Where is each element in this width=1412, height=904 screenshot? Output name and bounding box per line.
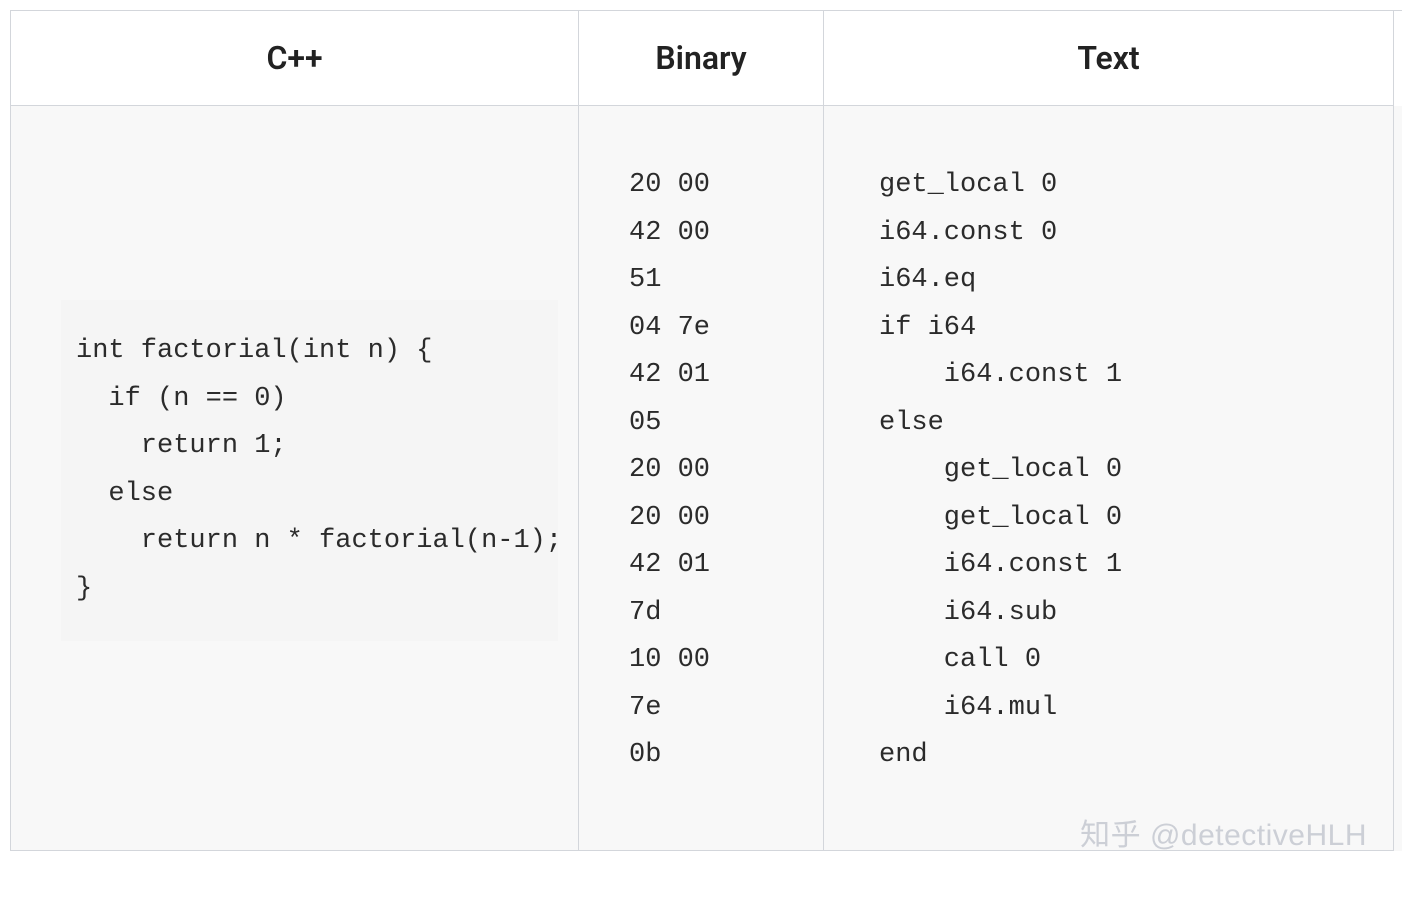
table-body-row: int factorial(int n) { if (n == 0) retur…: [11, 106, 1402, 851]
table-header-row: C++ Binary Text: [11, 11, 1402, 106]
binary-code: 20 00 42 00 51 04 7e 42 01 05 20 00 20 0…: [599, 162, 803, 780]
text-code: get_local 0 i64.const 0 i64.eq if i64 i6…: [844, 162, 1373, 780]
cell-binary: 20 00 42 00 51 04 7e 42 01 05 20 00 20 0…: [579, 106, 824, 851]
cpp-code: int factorial(int n) { if (n == 0) retur…: [61, 300, 558, 641]
cell-cpp: int factorial(int n) { if (n == 0) retur…: [11, 106, 579, 851]
header-text: Text: [824, 11, 1394, 106]
header-cpp: C++: [11, 11, 579, 106]
comparison-table: C++ Binary Text int factorial(int n) { i…: [10, 10, 1402, 851]
cell-text: get_local 0 i64.const 0 i64.eq if i64 i6…: [824, 106, 1394, 851]
header-binary: Binary: [579, 11, 824, 106]
